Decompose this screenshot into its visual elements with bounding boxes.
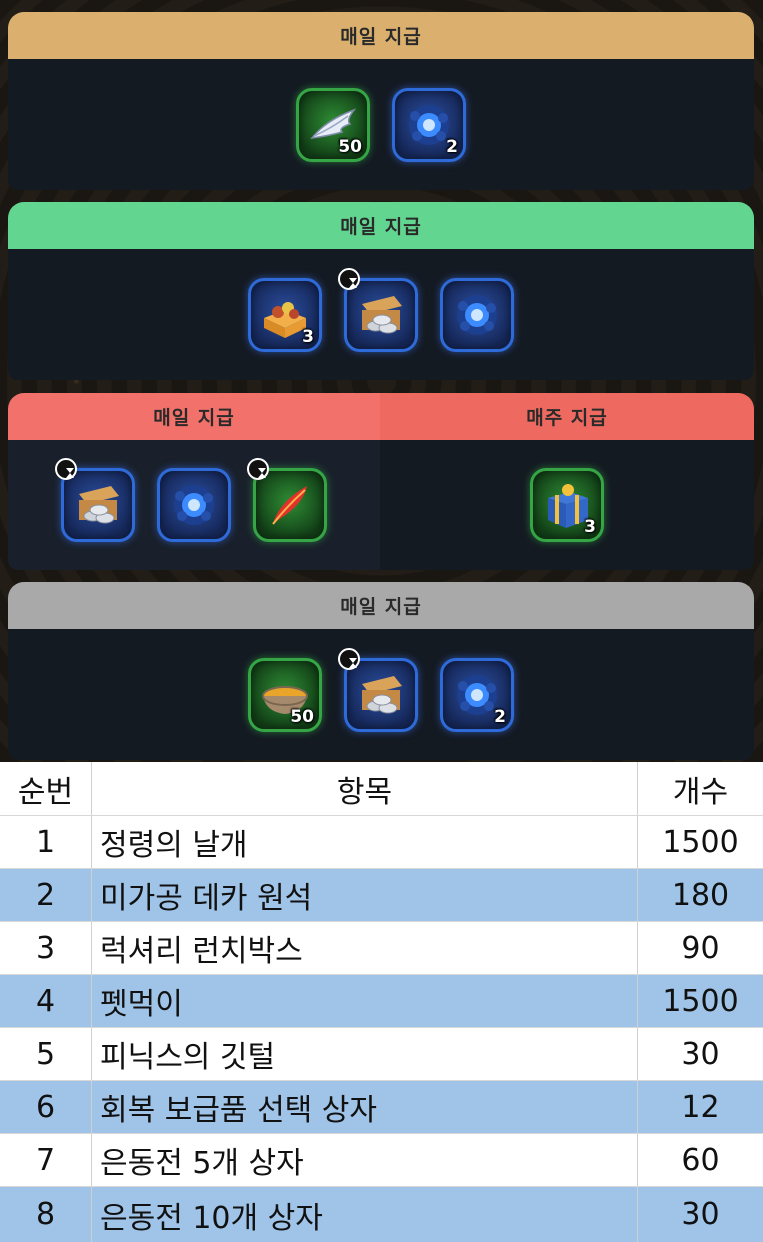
red-feather-icon xyxy=(272,486,307,525)
reward-item-coin-chest[interactable] xyxy=(55,458,135,542)
row-count: 30 xyxy=(681,1036,720,1072)
item-quantity: 2 xyxy=(494,706,506,727)
reward-item-coin-chest[interactable] xyxy=(338,267,418,352)
timer-icon xyxy=(55,458,77,480)
row-count: 1500 xyxy=(662,824,739,860)
row-item: 럭셔리 런치박스 xyxy=(92,922,638,974)
item-quantity: 3 xyxy=(302,326,314,347)
row-item: 정령의 날개 xyxy=(92,816,638,868)
item-quantity: 50 xyxy=(290,706,314,727)
reward-panel-3: 매일 지급 매주 지급 3 xyxy=(8,393,754,570)
table-row: 2 미가공 데카 원석 180 xyxy=(0,869,763,922)
panel-2-header: 매일 지급 xyxy=(8,202,754,249)
reward-panel-1: 매일 지급 50 2 xyxy=(8,12,754,190)
panel-1-header: 매일 지급 xyxy=(8,12,754,59)
row-item: 회복 보급품 선택 상자 xyxy=(92,1081,638,1133)
reward-item-gem[interactable]: 2 xyxy=(440,657,514,732)
row-item: 은동전 10개 상자 xyxy=(92,1187,638,1242)
item-quantity: 3 xyxy=(584,517,596,537)
reward-item-gem[interactable] xyxy=(440,277,514,352)
row-index: 8 xyxy=(0,1187,92,1242)
reward-item-wing[interactable]: 50 xyxy=(296,87,370,162)
reward-panel-2: 매일 지급 3 xyxy=(8,202,754,380)
timer-icon xyxy=(247,458,269,480)
table-row: 5 피닉스의 깃털 30 xyxy=(0,1028,763,1081)
reward-item-feather[interactable] xyxy=(247,458,327,542)
table-row: 3 럭셔리 런치박스 90 xyxy=(0,922,763,975)
row-index: 2 xyxy=(0,869,92,921)
reward-item-pet-food[interactable]: 50 xyxy=(248,657,322,732)
table-row: 6 회복 보급품 선택 상자 12 xyxy=(0,1081,763,1134)
panel-2-items: 3 xyxy=(8,249,754,380)
table-row: 1 정령의 날개 1500 xyxy=(0,816,763,869)
panel-3-daily-items xyxy=(8,440,380,570)
panel-4-items: 50 2 xyxy=(8,629,754,760)
table-row: 4 펫먹이 1500 xyxy=(0,975,763,1028)
row-count: 12 xyxy=(681,1089,720,1125)
reward-summary-table: 순번 항목 개수 1 정령의 날개 1500 2 미가공 데카 원석 180 3… xyxy=(0,762,763,1242)
panel-3-daily-header: 매일 지급 xyxy=(8,393,380,440)
header-count: 개수 xyxy=(672,774,729,810)
item-quantity: 50 xyxy=(338,136,362,157)
row-count: 180 xyxy=(671,877,730,913)
row-index: 5 xyxy=(0,1028,92,1080)
blue-gem-icon xyxy=(457,294,497,335)
panel-3-weekly-items: 3 xyxy=(380,440,754,570)
table-row: 8 은동전 10개 상자 30 xyxy=(0,1187,763,1242)
header-item: 항목 xyxy=(92,762,638,815)
row-count: 1500 xyxy=(662,983,739,1019)
timer-icon xyxy=(338,647,360,670)
coin-chest-icon xyxy=(79,486,119,524)
row-count: 60 xyxy=(681,1142,720,1178)
panel-4-header: 매일 지급 xyxy=(8,582,754,629)
header-index: 순번 xyxy=(0,762,92,815)
reward-item-lunchbox[interactable]: 3 xyxy=(248,277,322,352)
item-quantity: 2 xyxy=(446,136,458,157)
timer-icon xyxy=(338,267,360,290)
table-row: 7 은동전 5개 상자 60 xyxy=(0,1134,763,1187)
reward-item-gift-box[interactable]: 3 xyxy=(530,468,604,542)
panel-3-header-row: 매일 지급 매주 지급 xyxy=(8,393,754,440)
table-header-row: 순번 항목 개수 xyxy=(0,762,763,816)
row-item: 펫먹이 xyxy=(92,975,638,1027)
row-index: 3 xyxy=(0,922,92,974)
panel-1-items: 50 2 xyxy=(8,59,754,190)
blue-gem-icon xyxy=(174,485,214,525)
reward-item-coin-chest[interactable] xyxy=(338,647,418,732)
row-index: 6 xyxy=(0,1081,92,1133)
coin-chest-icon xyxy=(362,295,402,333)
row-index: 7 xyxy=(0,1134,92,1186)
reward-item-gem[interactable] xyxy=(157,468,231,542)
coin-chest-icon xyxy=(362,675,402,713)
row-item: 피닉스의 깃털 xyxy=(92,1028,638,1080)
panel-3-weekly-header: 매주 지급 xyxy=(380,393,754,440)
row-item: 은동전 5개 상자 xyxy=(92,1134,638,1186)
panel-3-body: 3 xyxy=(8,440,754,570)
row-index: 1 xyxy=(0,816,92,868)
row-index: 4 xyxy=(0,975,92,1027)
row-count: 30 xyxy=(681,1197,720,1232)
row-item: 미가공 데카 원석 xyxy=(92,869,638,921)
reward-item-gem[interactable]: 2 xyxy=(392,87,466,162)
reward-panel-4: 매일 지급 50 2 xyxy=(8,582,754,760)
row-count: 90 xyxy=(681,930,720,966)
